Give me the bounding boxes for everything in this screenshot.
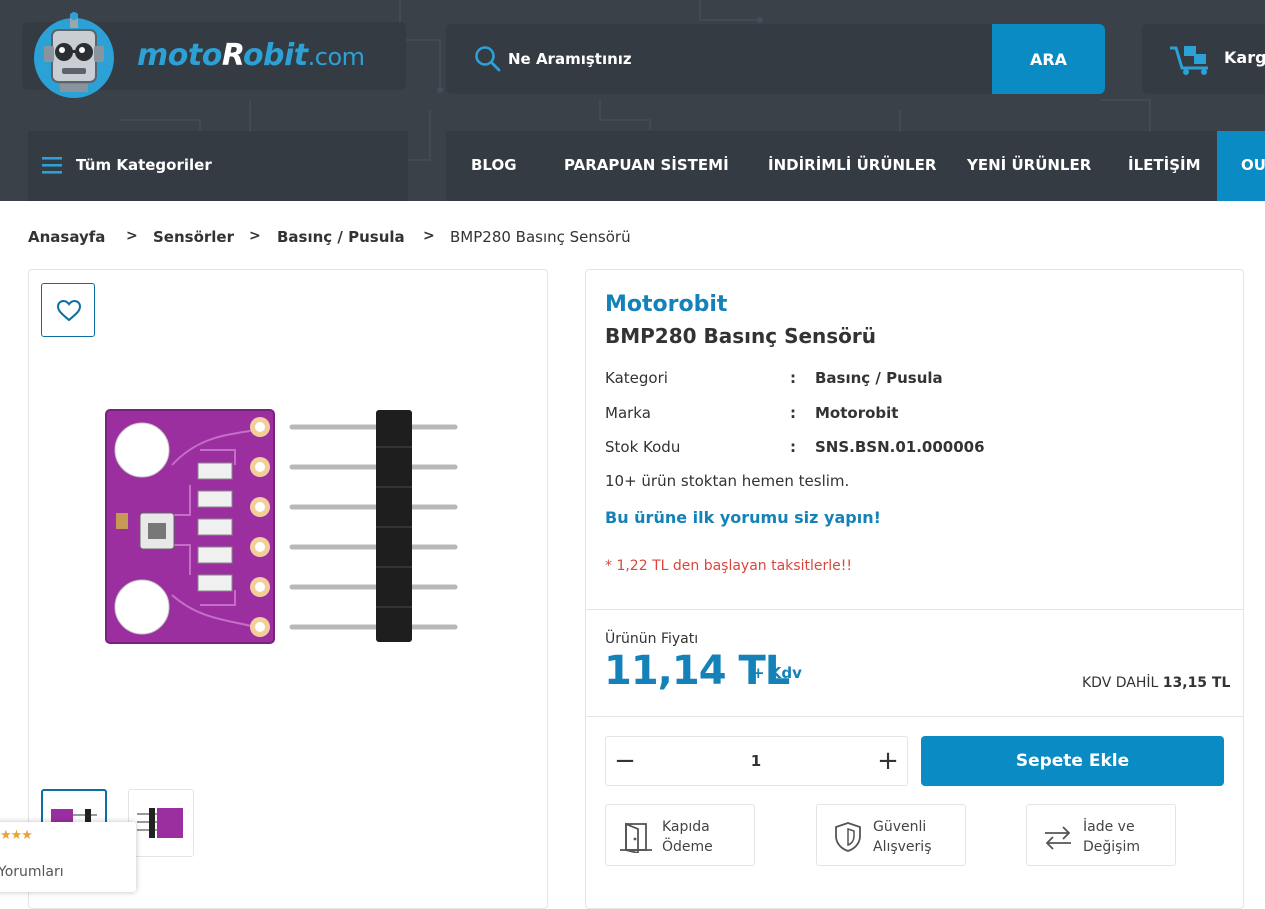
attr-category-label: Kategori: [605, 369, 668, 387]
thumbnail-2[interactable]: [128, 789, 194, 857]
nav-item-contact[interactable]: İLETİŞİM: [1128, 156, 1201, 174]
attr-colon: :: [790, 369, 796, 387]
cargo-label: Karg: [1224, 48, 1265, 67]
attr-sku-value: SNS.BSN.01.000006: [815, 438, 985, 456]
nav-item-discounted[interactable]: İNDİRİMLİ ÜRÜNLER: [768, 156, 936, 174]
attr-category-value[interactable]: Basınç / Pusula: [815, 369, 943, 387]
breadcrumb-current: BMP280 Basınç Sensörü: [450, 228, 631, 246]
divider: [586, 609, 1243, 610]
search-input[interactable]: [508, 46, 968, 72]
shield-icon: [835, 822, 861, 852]
site-header: motoRobit.com ARA Karg Tüm Kategoriler B…: [0, 0, 1265, 201]
feature-line: İade ve: [1083, 819, 1135, 835]
feature-secure-shopping-text: Güvenli Alışveriş: [873, 817, 932, 857]
feature-line: Ödeme: [662, 839, 713, 855]
feature-line: Değişim: [1083, 839, 1140, 855]
logo-part-obit: obit: [242, 38, 308, 73]
product-title: BMP280 Basınç Sensörü: [605, 324, 877, 348]
feature-secure-shopping[interactable]: Güvenli Alışveriş: [816, 804, 966, 866]
nav-item-outlet[interactable]: OU: [1217, 131, 1265, 201]
quantity-decrease-button[interactable]: −: [609, 745, 641, 777]
nav-item-outlet-label: OU: [1241, 156, 1265, 174]
stock-status: 10+ ürün stoktan hemen teslim.: [605, 472, 850, 490]
logo-part-moto: moto: [137, 38, 222, 73]
quantity-input[interactable]: [700, 750, 812, 772]
cargo-truck-icon: [1170, 46, 1208, 75]
logo-part-r: R: [221, 38, 244, 73]
attr-brand-value[interactable]: Motorobit: [815, 404, 898, 422]
robot-logo-icon[interactable]: [30, 12, 118, 100]
price-incl-tax-value: 13,15 TL: [1162, 675, 1231, 691]
breadcrumb-separator: >: [423, 228, 435, 244]
price-label: Ürünün Fiyatı: [605, 631, 699, 647]
feature-line: Alışveriş: [873, 839, 932, 855]
breadcrumb-separator: >: [126, 228, 138, 244]
door-icon: [620, 822, 652, 853]
site-logo-text[interactable]: motoRobit.com: [137, 38, 365, 73]
heart-icon: [56, 299, 82, 322]
reviews-widget-label: Yorumları: [0, 864, 64, 880]
logo-part-com: .com: [307, 43, 365, 71]
feature-cash-on-delivery[interactable]: Kapıda Ödeme: [605, 804, 755, 866]
menu-icon: [42, 157, 62, 174]
search-icon: [475, 46, 501, 72]
all-categories-label: Tüm Kategoriler: [76, 156, 212, 174]
nav-item-parapuan[interactable]: PARAPUAN SİSTEMİ: [564, 156, 729, 174]
breadcrumb-pressure[interactable]: Basınç / Pusula: [277, 228, 405, 246]
attr-colon: :: [790, 438, 796, 456]
installment-note: * 1,22 TL den başlayan taksitlerle!!: [605, 558, 852, 574]
nav-item-blog[interactable]: BLOG: [471, 156, 517, 174]
search-button[interactable]: ARA: [992, 24, 1105, 94]
price-incl-tax-label: KDV DAHİL: [1082, 675, 1159, 691]
breadcrumb-home[interactable]: Anasayfa: [28, 228, 105, 246]
product-brand-link[interactable]: Motorobit: [605, 292, 727, 317]
feature-return-exchange-text: İade ve Değişim: [1083, 817, 1140, 857]
divider: [586, 716, 1243, 717]
thumbnail-2-image: [137, 808, 183, 838]
product-image[interactable]: [100, 405, 460, 650]
rating-stars: ★★★: [0, 828, 33, 843]
attr-sku-label: Stok Kodu: [605, 438, 681, 456]
feature-return-exchange[interactable]: İade ve Değişim: [1026, 804, 1176, 866]
quantity-increase-button[interactable]: +: [872, 745, 904, 777]
favorite-button[interactable]: [41, 283, 95, 337]
write-review-link[interactable]: Bu ürüne ilk yorumu siz yapın!: [605, 508, 881, 527]
breadcrumb-sensors[interactable]: Sensörler: [153, 228, 234, 246]
feature-line: Kapıda: [662, 819, 710, 835]
feature-line: Güvenli: [873, 819, 927, 835]
feature-cash-on-delivery-text: Kapıda Ödeme: [662, 817, 713, 857]
price-tax-suffix: + Kdv: [752, 664, 802, 682]
add-to-cart-button[interactable]: Sepete Ekle: [921, 736, 1224, 786]
attr-brand-label: Marka: [605, 404, 651, 422]
price-incl-tax: KDV DAHİL 13,15 TL: [1082, 675, 1230, 691]
breadcrumb-separator: >: [249, 228, 261, 244]
exchange-icon: [1045, 826, 1071, 850]
attr-colon: :: [790, 404, 796, 422]
nav-item-new-products[interactable]: YENİ ÜRÜNLER: [967, 156, 1091, 174]
